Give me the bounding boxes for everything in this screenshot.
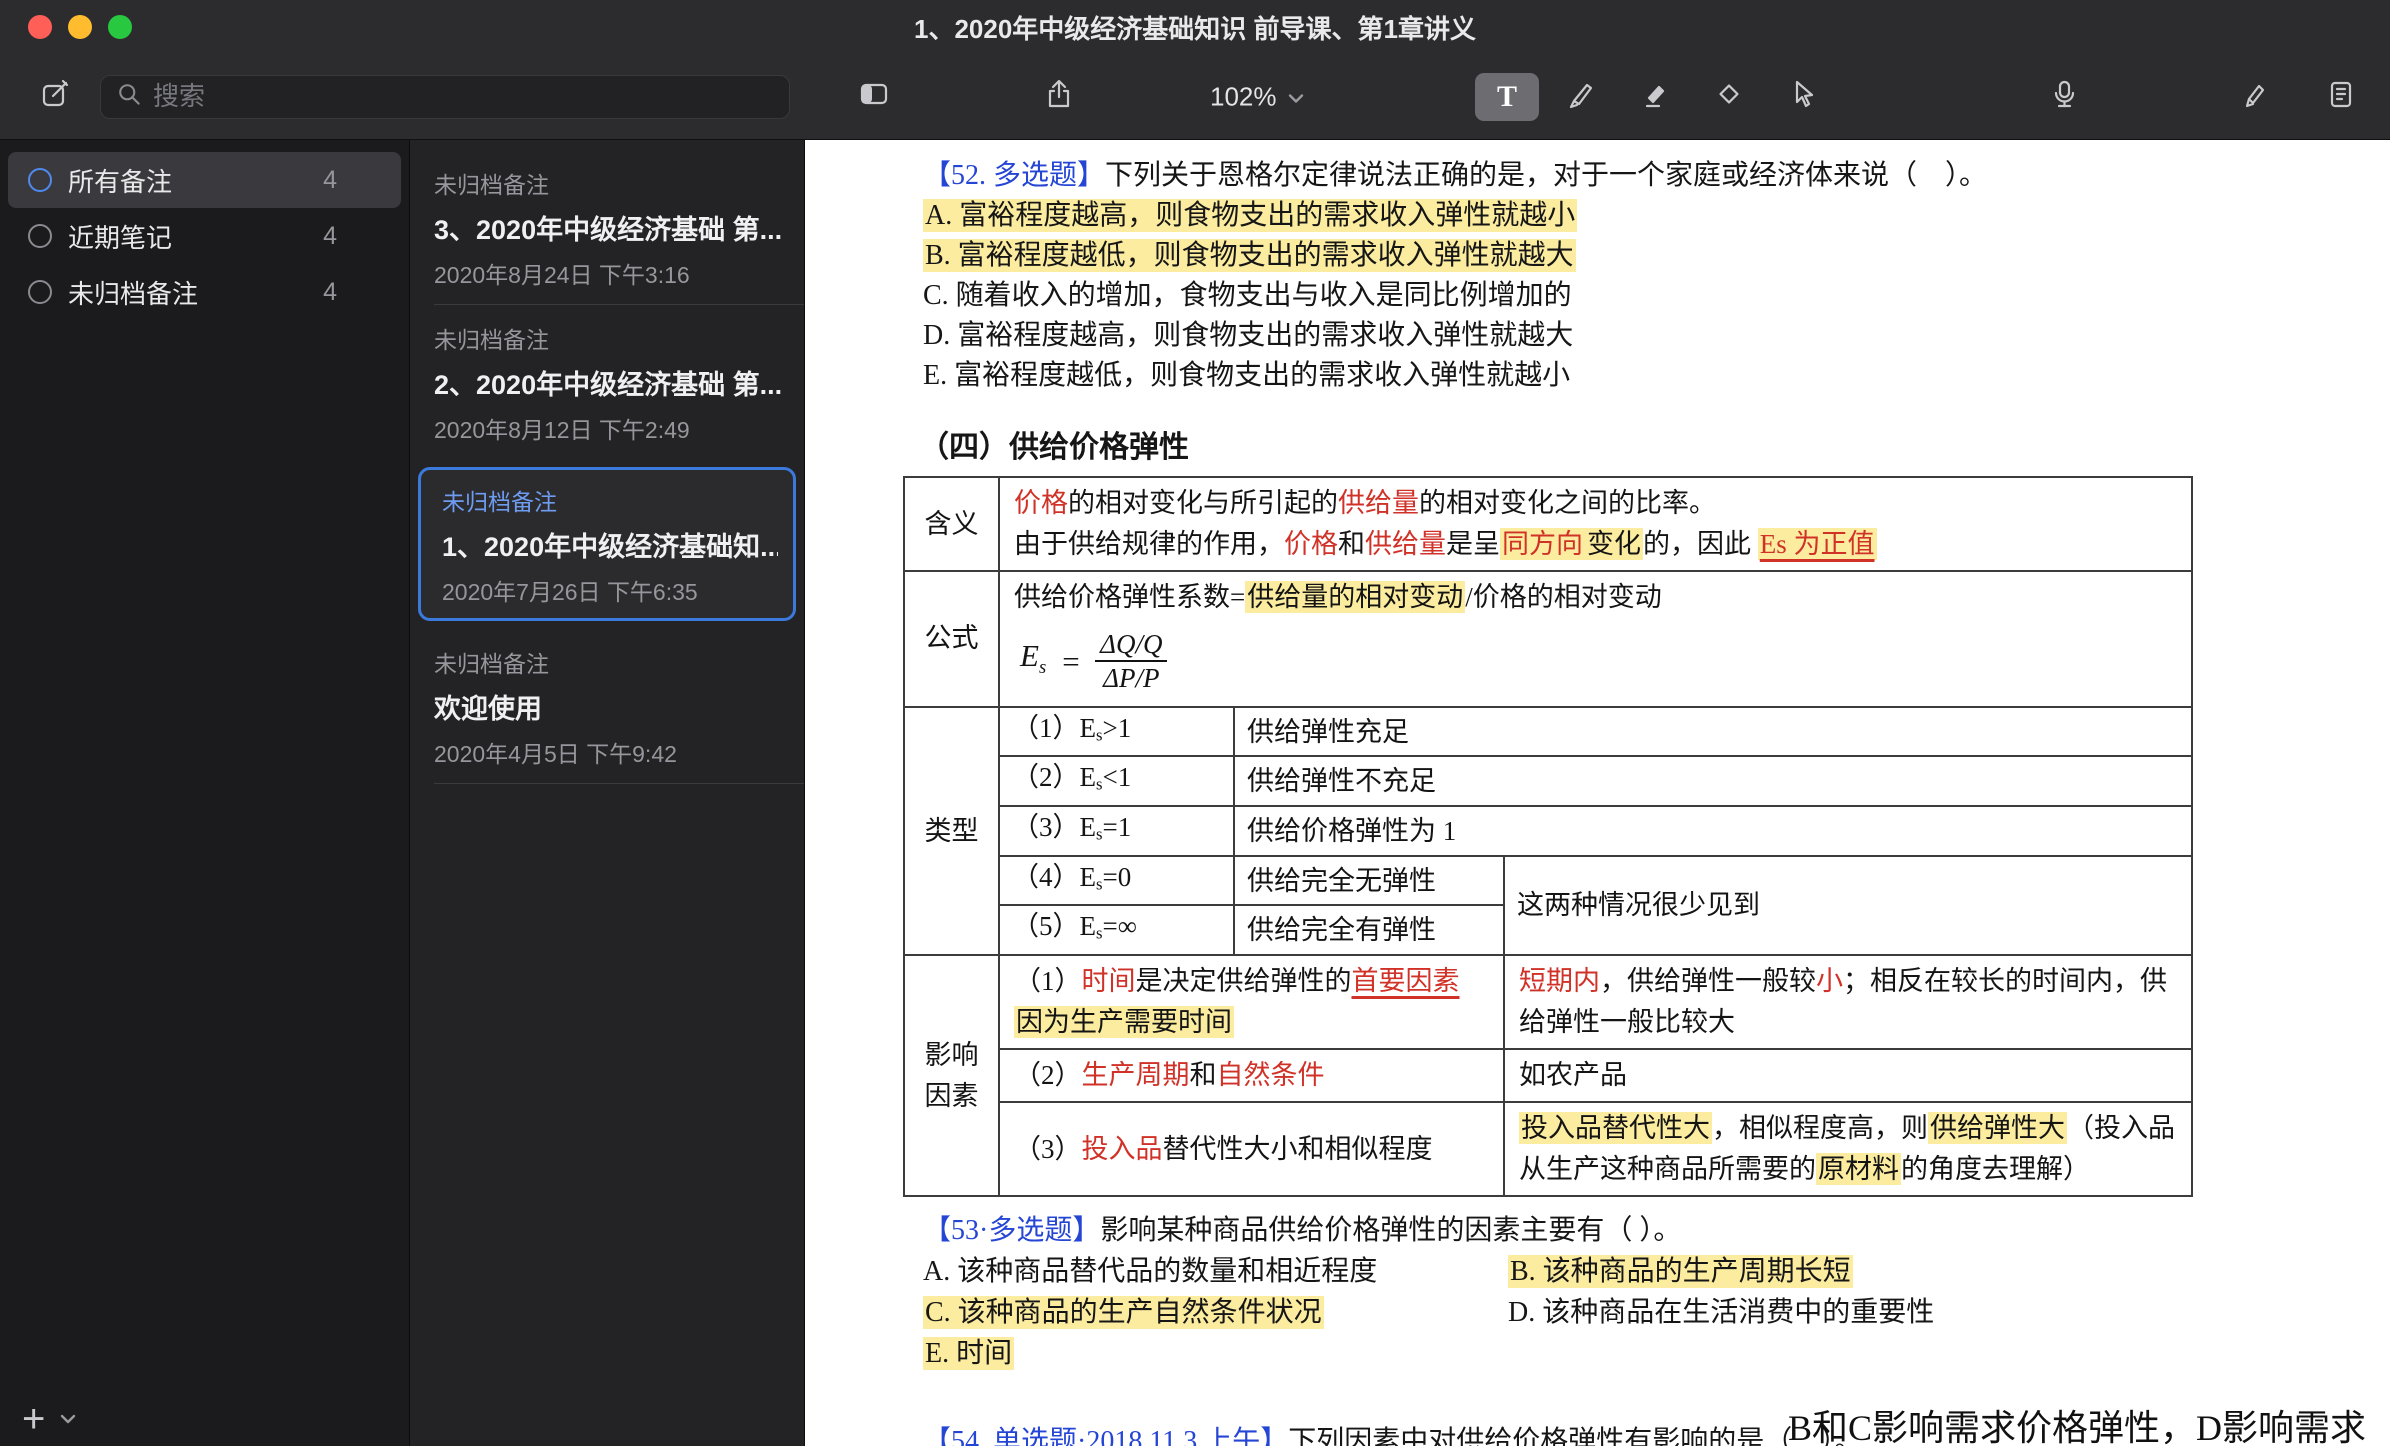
note-date: 2020年8月24日 下午3:16 bbox=[434, 256, 786, 290]
table-cell-meaning: 价格的相对变化与所引起的供给量的相对变化之间的比率。 由于供给规律的作用，价格和… bbox=[999, 477, 2192, 571]
note-card-4[interactable]: 未归档备注 欢迎使用 2020年4月5日 下午9:42 bbox=[410, 629, 804, 783]
supply-elasticity-table: 含义 价格的相对变化与所引起的供给量的相对变化之间的比率。 由于供给规律的作用，… bbox=[903, 476, 2193, 1197]
elasticity-formula: Es = ΔQ/QΔP/P bbox=[1020, 628, 1167, 695]
q52-option-b: B. 富裕程度越低，则食物支出的需求收入弹性就越大 bbox=[923, 236, 2390, 276]
document-page[interactable]: 【52. 多选题】下列关于恩格尔定律说法正确的是，对于一个家庭或经济体来说（ ）… bbox=[805, 140, 2390, 1446]
diamond-icon bbox=[1713, 78, 1745, 115]
sidebar-toggle-button[interactable] bbox=[845, 73, 903, 121]
note-list: 未归档备注 3、2020年中级经济基础 第... 2020年8月24日 下午3:… bbox=[410, 140, 805, 1446]
note-date: 2020年7月26日 下午6:35 bbox=[442, 573, 778, 607]
sidebar-toggle-icon bbox=[858, 78, 890, 115]
tool-group: T bbox=[1475, 73, 1835, 121]
q53-options-row-3: E. 时间 bbox=[923, 1333, 2390, 1374]
fullscreen-button[interactable] bbox=[108, 15, 132, 39]
note-card-1[interactable]: 未归档备注 3、2020年中级经济基础 第... 2020年8月24日 下午3:… bbox=[410, 150, 804, 304]
sidebar-footer: + bbox=[22, 1402, 77, 1436]
table-cell-formula: 供给价格弹性系数=供给量的相对变动/价格的相对变动 Es = ΔQ/QΔP/P bbox=[999, 571, 2192, 707]
highlighter-icon bbox=[1639, 78, 1671, 115]
pointer-icon bbox=[1787, 78, 1819, 115]
note-title: 欢迎使用 bbox=[434, 687, 786, 726]
q52-option-a: A. 富裕程度越高，则食物支出的需求收入弹性就越小 bbox=[923, 196, 2390, 236]
text-tool-button[interactable]: T bbox=[1475, 73, 1539, 121]
sidebar-item-recent-notes[interactable]: 近期笔记 4 bbox=[8, 208, 401, 264]
question-52-title: 【52. 多选题】下列关于恩格尔定律说法正确的是，对于一个家庭或经济体来说（ ）… bbox=[923, 156, 2390, 196]
window-title: 1、2020年中级经济基础知识 前导课、第1章讲义 bbox=[914, 9, 1476, 46]
table-rowhead-influence: 影响 因素 bbox=[904, 955, 999, 1196]
pen-icon bbox=[1565, 78, 1597, 115]
toolbar: 102% T bbox=[0, 54, 2390, 140]
sidebar-item-label: 近期笔记 bbox=[68, 218, 172, 255]
page-view-icon bbox=[2325, 78, 2357, 115]
note-category: 未归档备注 bbox=[442, 483, 778, 517]
search-icon bbox=[115, 80, 143, 113]
pen-tool-button[interactable] bbox=[1549, 73, 1613, 121]
sidebar-item-unfiled-notes[interactable]: 未归档备注 4 bbox=[8, 264, 401, 320]
subject-circle-icon bbox=[28, 224, 52, 248]
note-title: 3、2020年中级经济基础 第... bbox=[434, 208, 786, 247]
question-53-title: 【53·多选题】影响某种商品供给价格弹性的因素主要有（ ）。 bbox=[923, 1211, 2390, 1251]
subject-circle-icon bbox=[28, 168, 52, 192]
share-button[interactable] bbox=[1030, 73, 1088, 121]
minimize-button[interactable] bbox=[68, 15, 92, 39]
table-rowhead-meaning: 含义 bbox=[904, 477, 999, 571]
note-date: 2020年4月5日 下午9:42 bbox=[434, 735, 786, 769]
collapse-chevron-icon[interactable] bbox=[59, 1413, 77, 1436]
note-category: 未归档备注 bbox=[434, 645, 786, 679]
search-field[interactable] bbox=[100, 75, 790, 119]
add-subject-button[interactable]: + bbox=[22, 1402, 45, 1436]
zoom-value: 102% bbox=[1210, 81, 1277, 112]
pointer-tool-button[interactable] bbox=[1771, 73, 1835, 121]
titlebar: 1、2020年中级经济基础知识 前导课、第1章讲义 bbox=[0, 0, 2390, 54]
q52-option-d: D. 富裕程度越高，则食物支出的需求收入弹性就越大 bbox=[923, 316, 2390, 356]
note-card-2[interactable]: 未归档备注 2、2020年中级经济基础 第... 2020年8月12日 下午2:… bbox=[410, 305, 804, 459]
q52-option-c: C. 随着收入的增加，食物支出与收入是同比例增加的 bbox=[923, 276, 2390, 316]
microphone-icon bbox=[2048, 78, 2080, 115]
q53-options-row-1: A. 该种商品替代品的数量和相近程度 B. 该种商品的生产周期长短 bbox=[923, 1251, 2390, 1292]
table-rowhead-formula: 公式 bbox=[904, 571, 999, 707]
section-heading: （四）供给价格弹性 bbox=[919, 428, 2390, 468]
handwritten-annotation: B和C影响需求价格弹性，D影响需求 bbox=[1788, 1406, 2366, 1446]
note-title: 2、2020年中级经济基础 第... bbox=[434, 363, 786, 402]
note-card-3-selected[interactable]: 未归档备注 1、2020年中级经济基础知... 2020年7月26日 下午6:3… bbox=[418, 467, 796, 621]
highlighter-tool-button[interactable] bbox=[1623, 73, 1687, 121]
note-title: 1、2020年中级经济基础知... bbox=[442, 525, 778, 564]
text-tool-icon: T bbox=[1497, 80, 1517, 114]
chevron-down-icon bbox=[1287, 81, 1305, 112]
marker-icon bbox=[2238, 78, 2270, 115]
compose-note-button[interactable] bbox=[26, 73, 84, 121]
sidebar-item-label: 未归档备注 bbox=[68, 274, 198, 311]
shapes-tool-button[interactable] bbox=[1697, 73, 1761, 121]
q53-options-row-2: C. 该种商品的生产自然条件状况 D. 该种商品在生活消费中的重要性 bbox=[923, 1292, 2390, 1333]
window-controls bbox=[28, 0, 132, 54]
note-date: 2020年8月12日 下午2:49 bbox=[434, 411, 786, 445]
compose-icon bbox=[39, 78, 71, 115]
subject-circle-icon bbox=[28, 280, 52, 304]
note-count-badge: 4 bbox=[323, 166, 337, 195]
note-count-badge: 4 bbox=[323, 278, 337, 307]
sidebar-item-all-notes[interactable]: 所有备注 4 bbox=[8, 152, 401, 208]
note-count-badge: 4 bbox=[323, 222, 337, 251]
main-area: 所有备注 4 近期笔记 4 未归档备注 4 + 未归档备注 3、2020年中级经… bbox=[0, 140, 2390, 1446]
subjects-sidebar: 所有备注 4 近期笔记 4 未归档备注 4 + bbox=[0, 140, 410, 1446]
table-rowhead-types: 类型 bbox=[904, 707, 999, 955]
page-view-button[interactable] bbox=[2312, 73, 2370, 121]
share-icon bbox=[1043, 78, 1075, 115]
note-category: 未归档备注 bbox=[434, 166, 786, 200]
sidebar-item-label: 所有备注 bbox=[68, 162, 172, 199]
q52-option-e: E. 富裕程度越低，则食物支出的需求收入弹性就越小 bbox=[923, 356, 2390, 396]
divider bbox=[434, 783, 804, 784]
record-audio-button[interactable] bbox=[2035, 73, 2093, 121]
table-cell-types-note: 这两种情况很少见到 bbox=[1504, 856, 2192, 955]
search-input[interactable] bbox=[153, 81, 775, 112]
close-button[interactable] bbox=[28, 15, 52, 39]
zoom-control[interactable]: 102% bbox=[1200, 73, 1315, 120]
marker-button[interactable] bbox=[2225, 73, 2283, 121]
note-category: 未归档备注 bbox=[434, 321, 786, 355]
